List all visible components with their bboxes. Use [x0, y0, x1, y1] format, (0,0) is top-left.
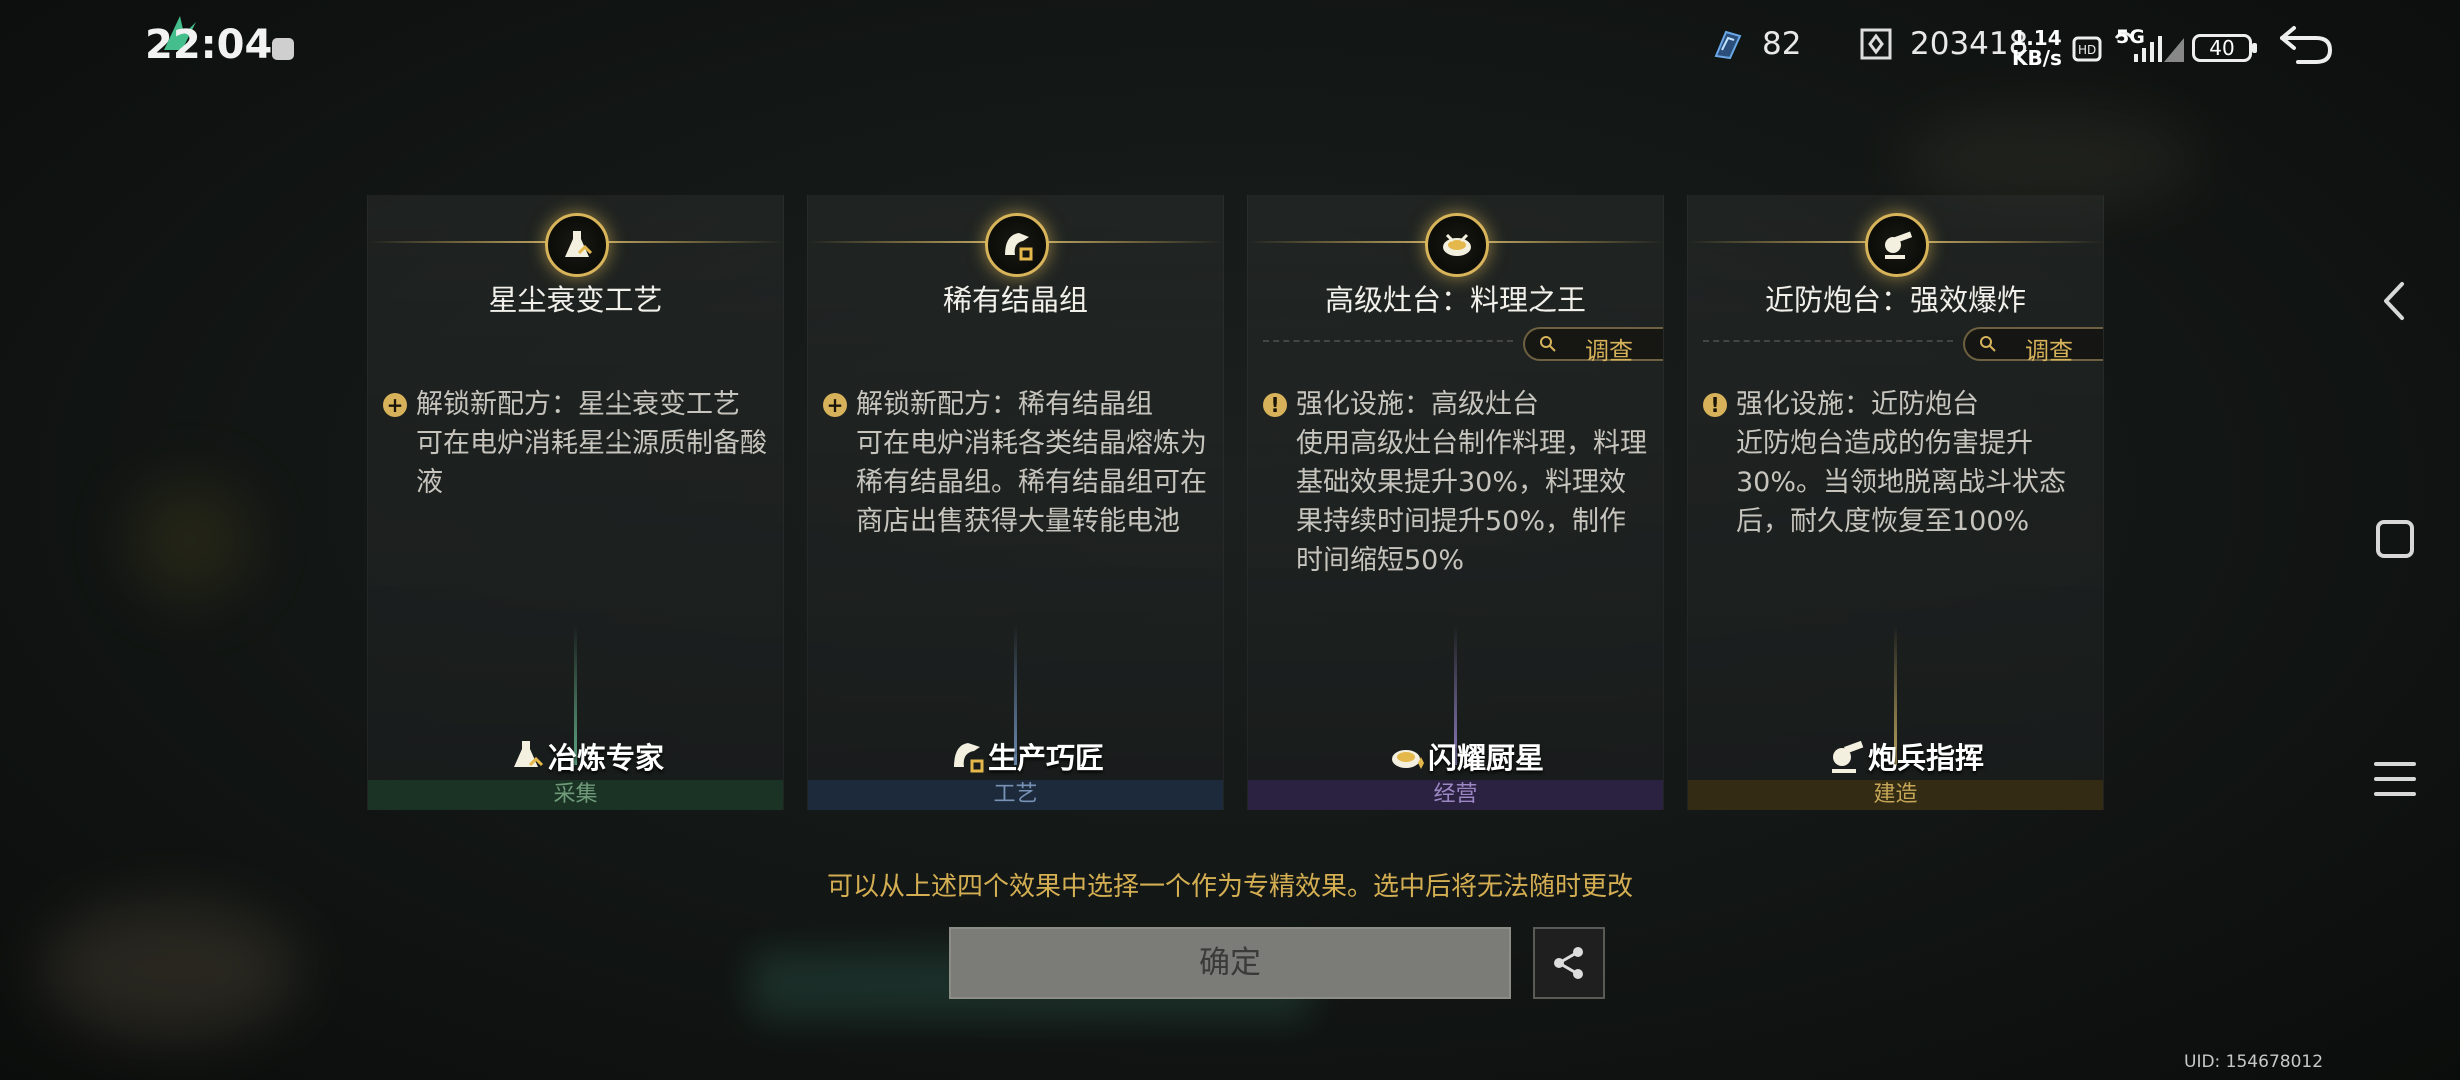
card-emblem — [545, 213, 609, 277]
energy-value: 82 — [1762, 26, 1802, 62]
specialization-card-3[interactable]: 高级灶台：料理之王 调查 ! 强化设施：高级灶台 使用高级灶台制作料理，料理基础… — [1247, 195, 1664, 810]
card-description: 解锁新配方：稀有结晶组 可在电炉消耗各类结晶熔炼为稀有结晶组。稀有结晶组可在商店… — [856, 389, 1207, 537]
status-bar: 22:04 82 203418 1.14 KB/s HD 5G 40 — [0, 0, 2460, 90]
category-label: 经营 — [1248, 780, 1663, 810]
svg-text:HD: HD — [2078, 43, 2096, 57]
investigate-label: 调查 — [2025, 337, 2073, 365]
notification-icon — [272, 38, 294, 60]
back-icon[interactable] — [2276, 18, 2336, 68]
network-type: 5G — [2116, 26, 2145, 48]
category-label: 采集 — [368, 780, 783, 810]
card-description: 解锁新配方：星尘衰变工艺 可在电炉消耗星尘源质制备酸液 — [416, 389, 767, 498]
dashed-divider — [1263, 340, 1513, 342]
card-emblem — [1425, 213, 1489, 277]
network-speed-unit: KB/s — [2012, 46, 2062, 70]
background-blur — [130, 480, 250, 600]
card-emblem — [985, 213, 1049, 277]
smelting-expert-icon — [514, 741, 544, 767]
user-id: UID: 154678012 — [2184, 1052, 2324, 1072]
coin-icon — [1860, 28, 1892, 60]
production-craftsman-icon — [954, 743, 984, 773]
category-label: 建造 — [1688, 780, 2103, 810]
card-title: 近防炮台：强效爆炸 — [1764, 283, 2026, 317]
cooking-pot-icon — [1443, 233, 1471, 256]
specialist-title: 炮兵指挥 — [1868, 741, 1985, 775]
card-title: 稀有结晶组 — [942, 283, 1088, 317]
energy-icon — [1714, 30, 1742, 60]
investigate-button[interactable]: 调查 — [1963, 327, 2103, 365]
nav-home-icon[interactable] — [2370, 514, 2420, 564]
flask-icon — [565, 231, 593, 257]
upgrade-bullet-icon: ! — [1263, 393, 1287, 417]
nav-menu-icon[interactable] — [2370, 754, 2420, 804]
specialist-title: 冶炼专家 — [548, 741, 665, 775]
card-title: 星尘衰变工艺 — [488, 283, 663, 317]
card-emblem — [1865, 213, 1929, 277]
category-label: 工艺 — [808, 780, 1223, 810]
selection-hint: 可以从上述四个效果中选择一个作为专精效果。选中后将无法随时更改 — [826, 872, 1633, 902]
specialization-card-4[interactable]: 近防炮台：强效爆炸 调查 ! 强化设施：近防炮台 近防炮台造成的伤害提升30%。… — [1687, 195, 2104, 810]
nav-back-icon[interactable] — [2370, 276, 2420, 326]
specialist-title: 闪耀厨星 — [1428, 741, 1545, 775]
search-icon — [1540, 336, 1556, 352]
shining-chef-icon — [1392, 750, 1424, 769]
specialization-card-2[interactable]: 稀有结晶组 + 解锁新配方：稀有结晶组 可在电炉消耗各类结晶熔炼为稀有结晶组。稀… — [807, 195, 1224, 810]
status-time: 22:04 — [145, 22, 273, 68]
upgrade-bullet-icon: ! — [1703, 393, 1727, 417]
network-speed-value: 1.14 — [2012, 26, 2062, 50]
plus-bullet-icon: + — [383, 393, 407, 417]
investigate-button[interactable]: 调查 — [1523, 327, 1663, 365]
confirm-button[interactable]: 确定 — [949, 927, 1511, 999]
card-description: 强化设施：高级灶台 使用高级灶台制作料理，料理基础效果提升30%，料理效果持续时… — [1296, 389, 1647, 576]
card-title: 高级灶台：料理之王 — [1324, 283, 1586, 317]
investigate-label: 调查 — [1585, 337, 1633, 365]
coin-value: 203418 — [1910, 26, 2029, 62]
search-icon — [1980, 336, 1996, 352]
dashed-divider — [1703, 340, 1953, 342]
plus-bullet-icon: + — [823, 393, 847, 417]
card-description: 强化设施：近防炮台 近防炮台造成的伤害提升30%。当领地脱离战斗状态后，耐久度恢… — [1736, 389, 2067, 537]
battery-indicator: 40 — [2192, 34, 2257, 62]
crystal-craft-icon — [1005, 233, 1033, 261]
background-blur — [40, 900, 300, 1040]
share-icon — [1554, 947, 1583, 979]
specialist-title: 生产巧匠 — [988, 741, 1105, 775]
share-button[interactable] — [1533, 927, 1605, 999]
artillery-commander-icon — [1832, 740, 1864, 773]
turret-icon — [1885, 231, 1913, 259]
network-speed: 1.14 KB/s — [2012, 28, 2062, 68]
specialization-card-1[interactable]: 星尘衰变工艺 + 解锁新配方：星尘衰变工艺 可在电炉消耗星尘源质制备酸液 冶炼专… — [367, 195, 784, 810]
